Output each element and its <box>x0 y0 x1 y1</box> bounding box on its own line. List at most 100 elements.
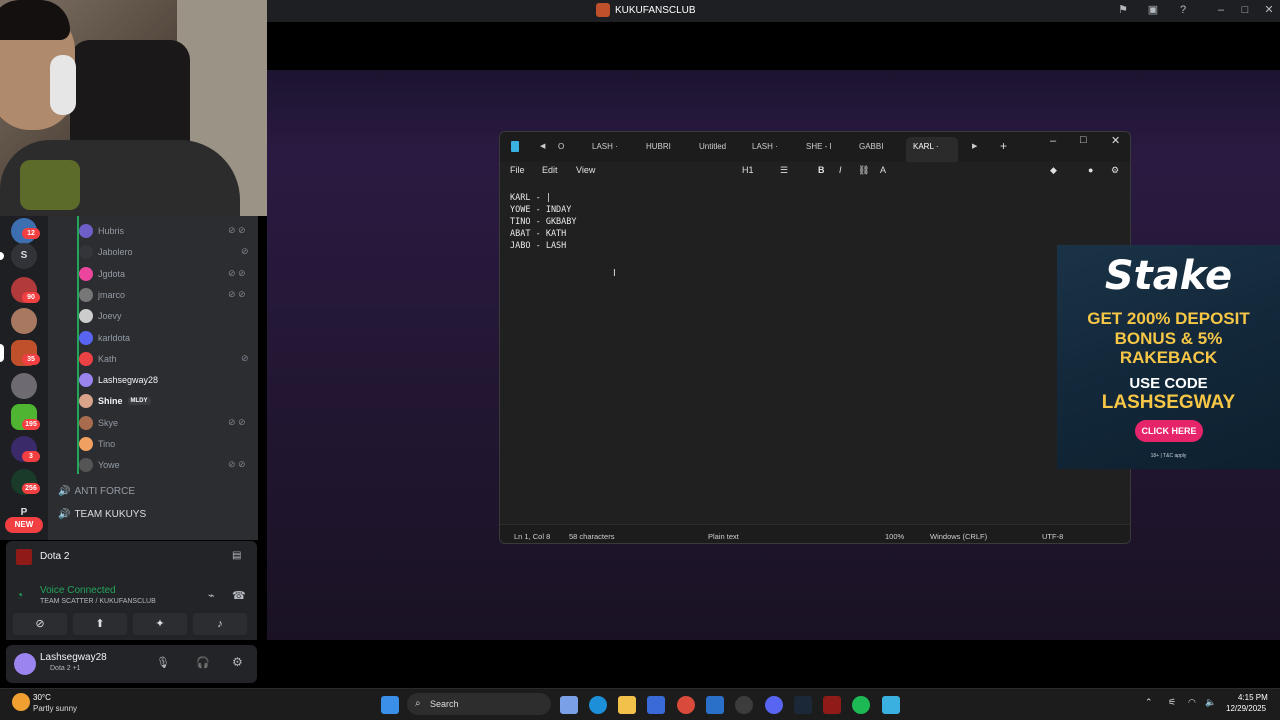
obs-app-icon[interactable] <box>735 696 753 714</box>
microphone-icon[interactable]: 🎙 <box>156 656 170 669</box>
voice-channel[interactable]: 🔊 ANTI FORCE <box>58 486 135 497</box>
server-icon[interactable]: S <box>11 243 37 269</box>
scroll-right-icon[interactable]: ▶ <box>972 142 977 150</box>
stake-ad[interactable]: Stake GET 200% DEPOSIT BONUS & 5% RAKEBA… <box>1057 245 1280 469</box>
chevron-up-icon[interactable]: ⌃ <box>1145 697 1153 708</box>
voice-member[interactable]: Jabolero <box>79 243 133 261</box>
deafened-icon: ⊘ ⊘ <box>228 225 246 235</box>
close-icon[interactable]: ✕ <box>1262 3 1276 17</box>
status-bar: Ln 1, Col 8 58 characters Plain text 100… <box>500 524 1130 543</box>
minimize-icon[interactable]: – <box>1050 135 1056 147</box>
member-name: Jabolero <box>98 247 133 258</box>
member-name: Skye <box>98 417 119 428</box>
settings-icon[interactable]: ⚙ <box>1111 165 1119 176</box>
help-icon[interactable]: ? <box>1176 3 1190 17</box>
list-icon[interactable]: ☰ <box>780 165 788 176</box>
voice-member[interactable]: Jgdota <box>79 265 125 283</box>
muted-icon: ⊘ <box>241 352 249 363</box>
menu-view[interactable]: View <box>576 165 595 175</box>
store-app-icon[interactable] <box>647 696 665 714</box>
new-badge: NEW <box>5 517 43 533</box>
notepad-tab[interactable]: GABBI <box>859 142 883 151</box>
avatar <box>79 415 93 430</box>
bold-icon[interactable]: B <box>818 165 825 175</box>
maximize-icon[interactable]: □ <box>1080 134 1087 146</box>
file-explorer-icon[interactable] <box>618 696 636 714</box>
avatar <box>79 437 93 451</box>
scroll-left-icon[interactable]: ◀ <box>540 142 545 150</box>
voice-member[interactable]: Lashsegway28 <box>79 371 158 389</box>
close-icon[interactable]: ✕ <box>1111 134 1120 147</box>
disconnect-icon[interactable]: ☎ <box>232 589 246 602</box>
voice-member[interactable]: Joevy <box>79 307 122 325</box>
steam-app-icon[interactable] <box>794 696 812 714</box>
chrome-app-icon[interactable] <box>677 696 695 714</box>
copilot-icon[interactable]: ◆ <box>1050 165 1057 176</box>
avatar <box>79 394 93 409</box>
avatar[interactable] <box>14 653 36 675</box>
activities-button[interactable]: ✦ <box>133 613 187 635</box>
notepad-tab[interactable]: LASH · <box>592 142 618 151</box>
notepad-tab[interactable]: SHE - I <box>806 142 832 151</box>
heading-dropdown[interactable]: H1 <box>742 165 754 175</box>
voice-member[interactable]: Shine MLDY <box>79 392 151 410</box>
spotify-app-icon[interactable] <box>852 696 870 714</box>
account-icon[interactable]: ● <box>1088 165 1093 175</box>
taskbar-search[interactable]: ⌕ Search <box>407 693 551 715</box>
mail-app-icon[interactable] <box>706 696 724 714</box>
soundboard-button[interactable]: ♪ <box>193 613 247 635</box>
weather-icon[interactable] <box>12 693 30 711</box>
voice-member[interactable]: jmarco <box>79 286 125 304</box>
notepad-tab-active[interactable]: KARL · <box>913 142 939 151</box>
member-name: Kath <box>98 353 117 364</box>
discord-app-icon[interactable] <box>765 696 783 714</box>
copilot-app-icon[interactable] <box>560 696 578 714</box>
maximize-icon[interactable]: □ <box>1238 3 1252 17</box>
camera-off-button[interactable]: ⊘ <box>13 613 67 635</box>
stream-top-band <box>267 22 1280 70</box>
minimize-icon[interactable]: – <box>1214 3 1228 17</box>
voice-member[interactable]: Yowe <box>79 456 120 474</box>
user-panel: Lashsegway28 Dota 2 +1 🎙 🎧 ⚙ <box>6 645 257 683</box>
dota-app-icon[interactable] <box>823 696 841 714</box>
notepad-tab[interactable]: LASH · <box>752 142 778 151</box>
webcam-overlay <box>0 0 267 216</box>
server-icon[interactable] <box>11 308 37 334</box>
click-here-button[interactable]: CLICK HERE <box>1135 420 1203 442</box>
voice-channel[interactable]: 🔊 TEAM KUKUYS <box>58 509 146 520</box>
wifi-icon[interactable]: ◠ <box>1188 697 1196 708</box>
server-icon[interactable] <box>11 373 37 399</box>
avatar <box>79 351 93 366</box>
signal-icon: ◔ <box>16 588 24 602</box>
notepad-tab[interactable]: Untitled <box>699 142 726 151</box>
menu-file[interactable]: File <box>510 165 525 175</box>
notepad-tab[interactable]: HUBRI <box>646 142 671 151</box>
screen-share-icon[interactable]: ▤ <box>232 550 241 561</box>
text-editor[interactable]: KARL - | YOWE - INDAY TINO - GKBABY ABAT… <box>510 192 577 252</box>
voice-member[interactable]: Kath <box>79 350 117 368</box>
settings-icon[interactable]: ⚙ <box>232 655 243 669</box>
network-icon[interactable]: ⚟ <box>1168 697 1176 708</box>
voice-member[interactable]: karldota <box>79 329 130 347</box>
italic-icon[interactable]: I <box>839 165 842 175</box>
mention-badge: 3 <box>22 451 40 462</box>
clear-format-icon[interactable]: A <box>880 165 886 175</box>
volume-icon[interactable]: 🔈 <box>1205 697 1216 708</box>
start-button[interactable] <box>381 696 399 714</box>
voice-member[interactable]: Skye <box>79 414 118 432</box>
voice-member[interactable]: Hubris <box>79 222 124 240</box>
search-icon: ⌕ <box>415 698 421 709</box>
noise-suppression-icon[interactable]: ⌁ <box>208 589 215 602</box>
notepad-tab[interactable]: O <box>558 142 564 151</box>
menu-edit[interactable]: Edit <box>542 165 558 175</box>
edge-app-icon[interactable] <box>589 696 607 714</box>
voice-member[interactable]: Tino <box>79 435 115 453</box>
headphones-icon[interactable]: 🎧 <box>196 656 210 669</box>
share-screen-button[interactable]: ⬆ <box>73 613 127 635</box>
headset <box>50 55 76 115</box>
inbox-icon[interactable]: ⚑ <box>1116 3 1130 17</box>
screen-icon[interactable]: ▣ <box>1146 3 1160 17</box>
link-icon[interactable]: ⛓ <box>858 165 869 176</box>
notepad-app-icon[interactable] <box>882 696 900 714</box>
new-tab-icon[interactable]: + <box>1000 139 1007 153</box>
